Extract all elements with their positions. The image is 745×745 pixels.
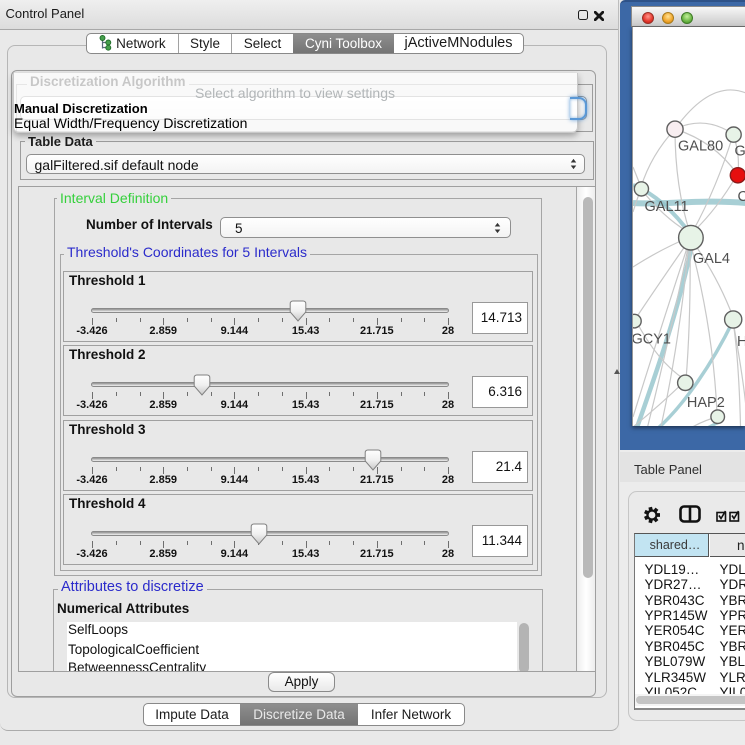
- svg-text:GA: GA: [735, 144, 745, 160]
- svg-text:C: C: [738, 189, 745, 205]
- svg-text:GAL11: GAL11: [645, 199, 689, 215]
- svg-text:H: H: [737, 334, 745, 350]
- svg-text:GCY1: GCY1: [633, 332, 671, 348]
- svg-text:GAL80: GAL80: [678, 139, 723, 155]
- svg-text:GAL4: GAL4: [693, 251, 730, 267]
- svg-text:HAP2: HAP2: [687, 395, 725, 411]
